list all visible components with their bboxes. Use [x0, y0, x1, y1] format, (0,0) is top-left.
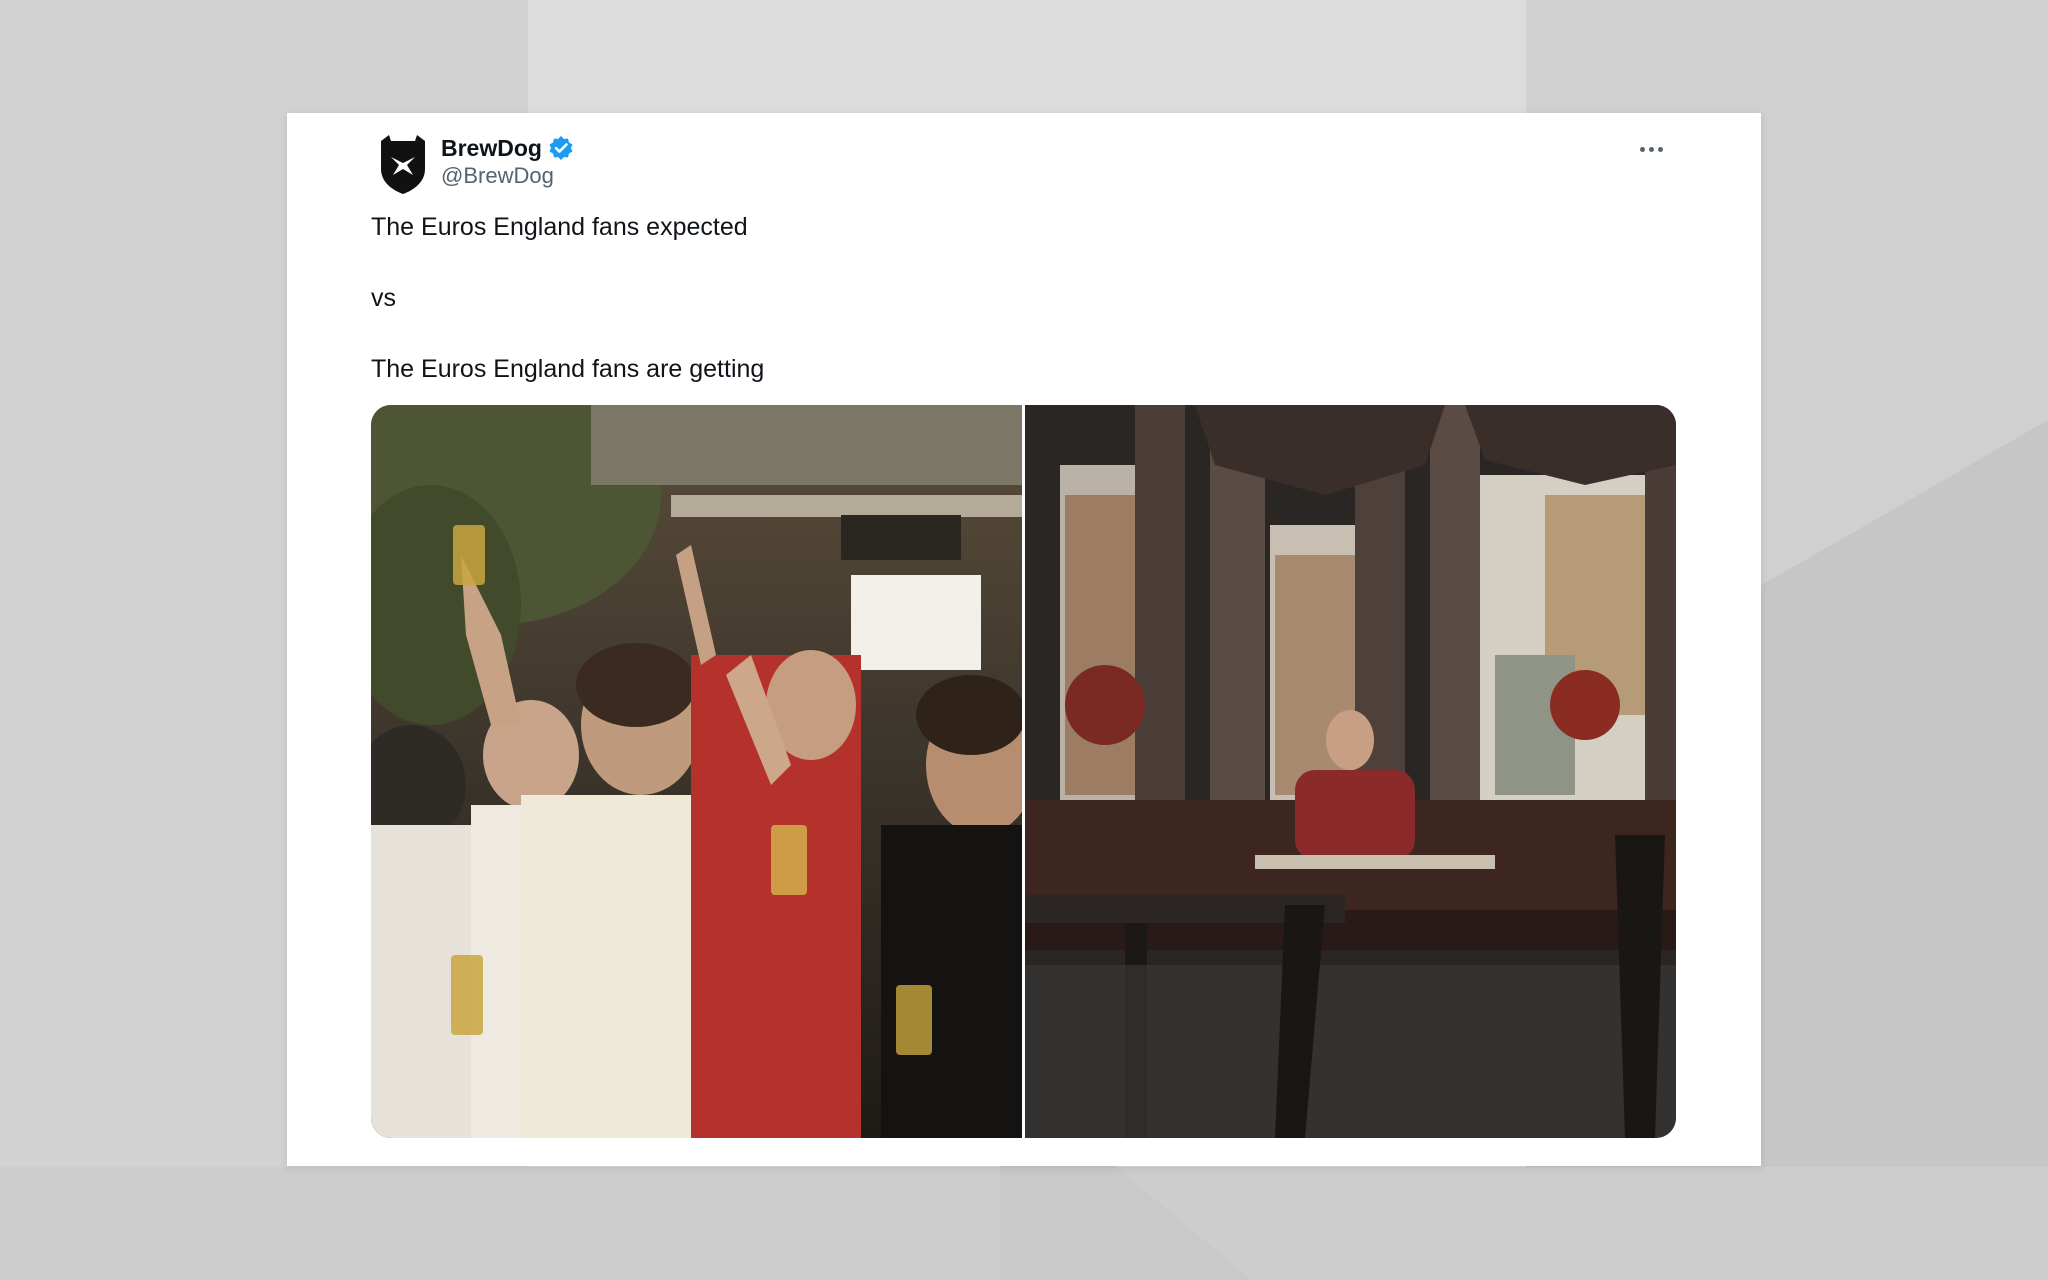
- brewdog-logo-icon[interactable]: [377, 135, 429, 195]
- tweet-text: The Euros England fans expected vs The E…: [371, 209, 1671, 422]
- tweet-card: BrewDog @BrewDog The Euros England fans …: [287, 113, 1761, 1166]
- media-photo-lone-fan[interactable]: [1025, 405, 1676, 1138]
- tweet-text-line: The Euros England fans are getting: [371, 355, 765, 383]
- tweet-text-line: The Euros England fans expected: [371, 213, 748, 241]
- media-photo-celebrating-fans[interactable]: [371, 405, 1022, 1138]
- tweet-media: [371, 405, 1676, 1138]
- tweet-text-line: vs: [371, 284, 396, 312]
- author-name-text[interactable]: BrewDog: [441, 133, 542, 163]
- author-name[interactable]: BrewDog: [441, 133, 574, 163]
- author-handle[interactable]: @BrewDog: [441, 161, 554, 191]
- more-options-icon[interactable]: [1631, 131, 1671, 167]
- verified-badge-icon: [548, 135, 574, 161]
